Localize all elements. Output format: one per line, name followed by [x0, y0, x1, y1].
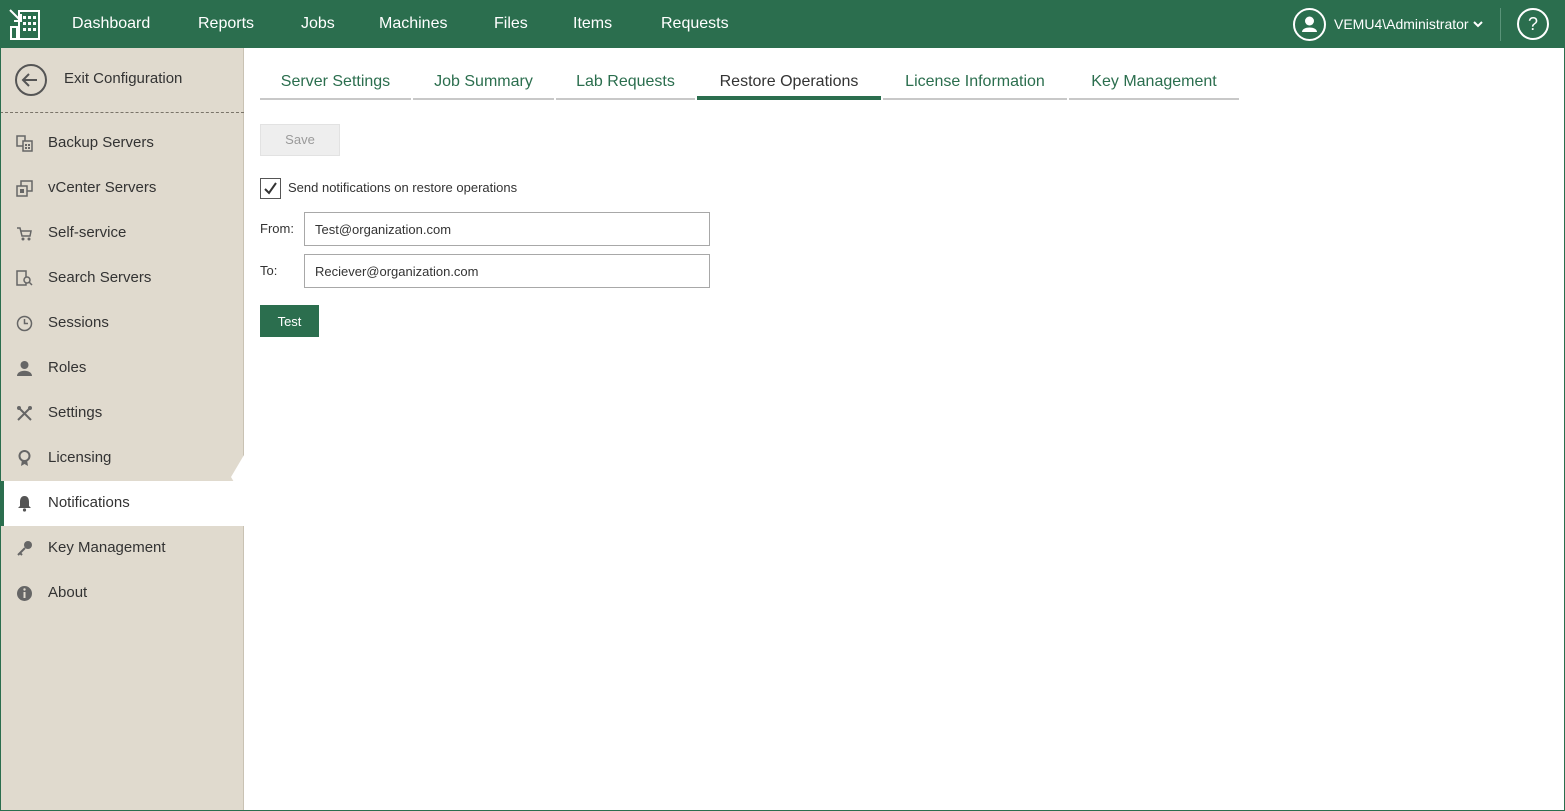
tab-restore-operations[interactable]: Restore Operations — [697, 70, 881, 100]
checkmark-icon — [264, 182, 277, 195]
to-label: To: — [260, 263, 278, 278]
sidebar-item-label: Search Servers — [48, 269, 152, 286]
topbar-divider — [1500, 8, 1501, 41]
to-email-field[interactable] — [304, 254, 710, 288]
sidebar-item-label: Notifications — [48, 494, 130, 511]
person-icon — [17, 361, 32, 376]
key-icon — [17, 541, 32, 556]
chevron-down-icon — [1473, 21, 1483, 28]
tab-server-settings[interactable]: Server Settings — [260, 70, 411, 100]
nav-files[interactable]: Files — [494, 0, 528, 48]
tab-key-management[interactable]: Key Management — [1069, 70, 1239, 100]
nav-jobs[interactable]: Jobs — [301, 0, 335, 48]
back-arrow-icon — [15, 64, 47, 96]
sidebar-item-label: Key Management — [48, 539, 166, 556]
nav-reports[interactable]: Reports — [198, 0, 254, 48]
sidebar-item-about[interactable]: About — [0, 571, 244, 616]
from-email-field[interactable] — [304, 212, 710, 246]
sidebar-item-backup-servers[interactable]: Backup Servers — [0, 121, 244, 166]
vcenter-icon — [16, 180, 33, 197]
sidebar-item-label: Backup Servers — [48, 134, 154, 151]
top-navigation-bar: Dashboard Reports Jobs Machines Files It… — [0, 0, 1565, 48]
save-button[interactable]: Save — [260, 124, 340, 156]
sidebar-item-label: Self-service — [48, 224, 127, 241]
sidebar-item-label: vCenter Servers — [48, 179, 157, 196]
tab-license-information[interactable]: License Information — [883, 70, 1067, 100]
help-icon[interactable]: ? — [1517, 8, 1549, 40]
sidebar-item-notifications[interactable]: Notifications — [0, 481, 244, 526]
sidebar-item-key-management[interactable]: Key Management — [0, 526, 244, 571]
user-avatar-icon — [1293, 8, 1326, 41]
tools-icon — [17, 406, 32, 421]
nav-requests[interactable]: Requests — [661, 0, 729, 48]
backup-servers-icon — [16, 135, 33, 152]
test-button[interactable]: Test — [260, 305, 319, 337]
search-servers-icon — [16, 270, 33, 286]
sidebar-item-label: About — [48, 584, 88, 601]
cart-icon — [17, 227, 32, 241]
tab-job-summary[interactable]: Job Summary — [413, 70, 554, 100]
sidebar: Exit Configuration Backup Servers vCente… — [0, 48, 244, 811]
exit-configuration-label: Exit Configuration — [64, 70, 183, 87]
license-icon — [18, 450, 31, 466]
sidebar-item-sessions[interactable]: Sessions — [0, 301, 244, 346]
from-label: From: — [260, 221, 294, 236]
nav-machines[interactable]: Machines — [379, 0, 447, 48]
info-icon — [17, 586, 32, 601]
sidebar-item-roles[interactable]: Roles — [0, 346, 244, 391]
nav-items[interactable]: Items — [573, 0, 612, 48]
sidebar-item-label: Settings — [48, 404, 103, 421]
sidebar-item-vcenter-servers[interactable]: vCenter Servers — [0, 166, 244, 211]
sidebar-item-self-service[interactable]: Self-service — [0, 211, 244, 256]
sidebar-item-label: Roles — [48, 359, 87, 376]
sidebar-item-label: Licensing — [48, 449, 112, 466]
send-notifications-checkbox[interactable] — [260, 178, 281, 199]
exit-configuration-button[interactable]: Exit Configuration — [0, 48, 244, 112]
send-notifications-label: Send notifications on restore operations — [288, 180, 518, 195]
sidebar-separator — [0, 112, 244, 113]
app-logo-icon[interactable] — [8, 8, 41, 41]
user-name: VEMU4\Administrator — [1334, 16, 1469, 32]
active-indicator-notch — [231, 455, 244, 499]
clock-icon — [16, 315, 33, 332]
sidebar-item-licensing[interactable]: Licensing — [0, 436, 244, 481]
sidebar-item-search-servers[interactable]: Search Servers — [0, 256, 244, 301]
sidebar-item-label: Sessions — [48, 314, 109, 331]
sidebar-item-settings[interactable]: Settings — [0, 391, 244, 436]
nav-dashboard[interactable]: Dashboard — [72, 0, 150, 48]
bell-icon — [18, 496, 31, 512]
tab-lab-requests[interactable]: Lab Requests — [556, 70, 695, 100]
